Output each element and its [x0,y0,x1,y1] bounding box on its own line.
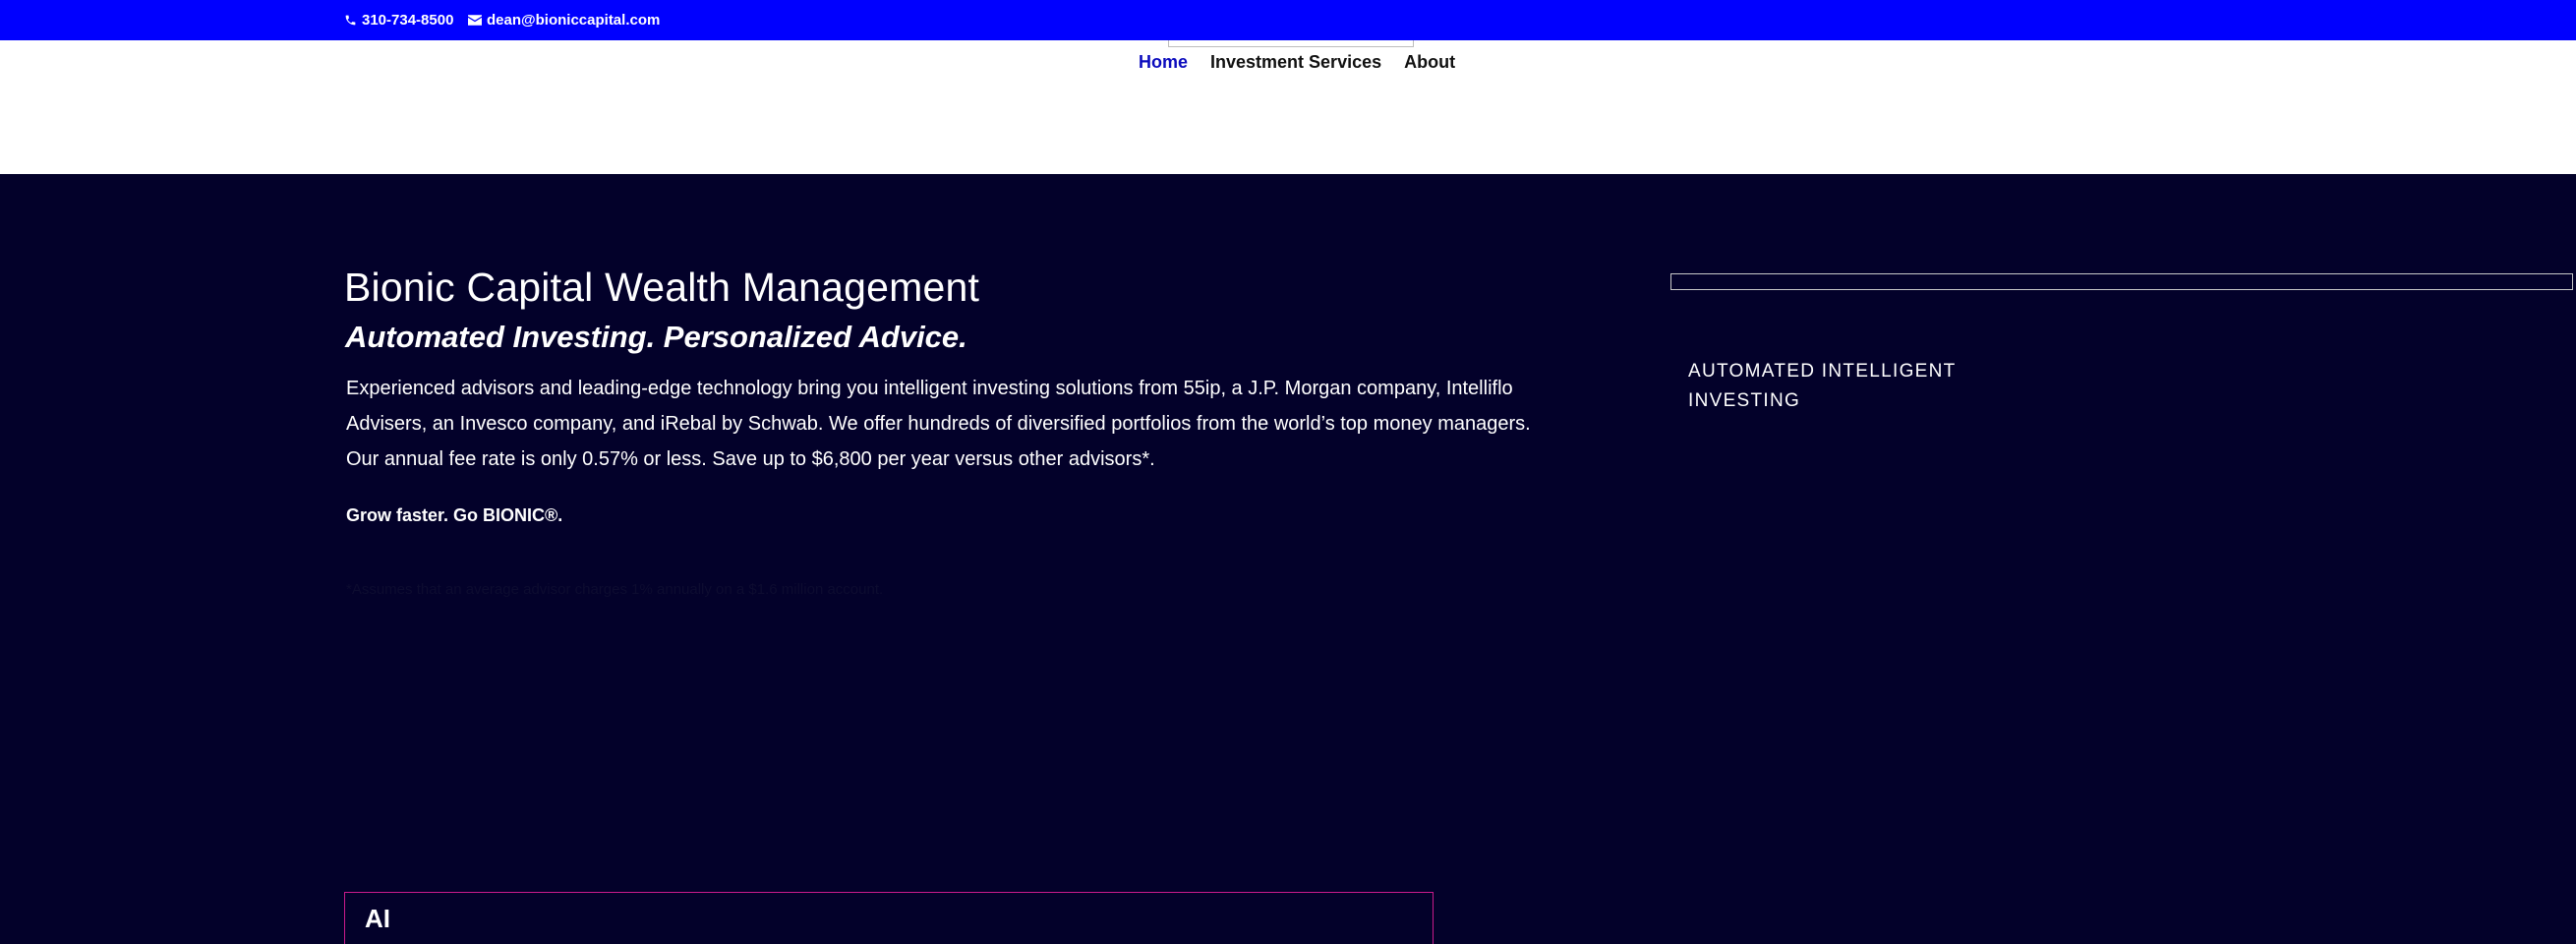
nav-about[interactable]: About [1404,52,1455,73]
nav-investment-services[interactable]: Investment Services [1210,52,1381,73]
hero-section: Bionic Capital Wealth Management Automat… [0,174,2576,944]
media-placeholder [1670,273,2573,290]
email-address: dean@bioniccapital.com [487,12,661,29]
sidebar-label: AUTOMATED INTELLIGENT INVESTING [1688,361,1957,411]
ai-section-box: AI [344,892,1434,944]
hero-description: Experienced advisors and leading-edge te… [346,378,1531,470]
hero-title: Bionic Capital Wealth Management [344,265,980,310]
phone-icon [344,14,357,27]
phone-number: 310-734-8500 [362,12,454,29]
main-nav: Home Investment Services About [1139,52,1455,73]
logo-placeholder[interactable] [1168,40,1414,47]
mail-icon [468,15,482,26]
page: 310-734-8500 dean@bioniccapital.com Home… [0,0,2576,944]
ai-section-title: AI [365,904,390,933]
hero-subtitle: Automated Investing. Personalized Advice… [345,320,967,354]
email-contact[interactable]: dean@bioniccapital.com [468,0,660,40]
hero-tagline: Grow faster. Go BIONIC®. [346,505,563,525]
hero-footnote: *Assumes that an average advisor charges… [346,581,884,598]
site-header: Home Investment Services About [0,40,2576,174]
phone-contact[interactable]: 310-734-8500 [344,0,453,40]
nav-home[interactable]: Home [1139,52,1188,73]
top-contact-bar: 310-734-8500 dean@bioniccapital.com [0,0,2576,40]
